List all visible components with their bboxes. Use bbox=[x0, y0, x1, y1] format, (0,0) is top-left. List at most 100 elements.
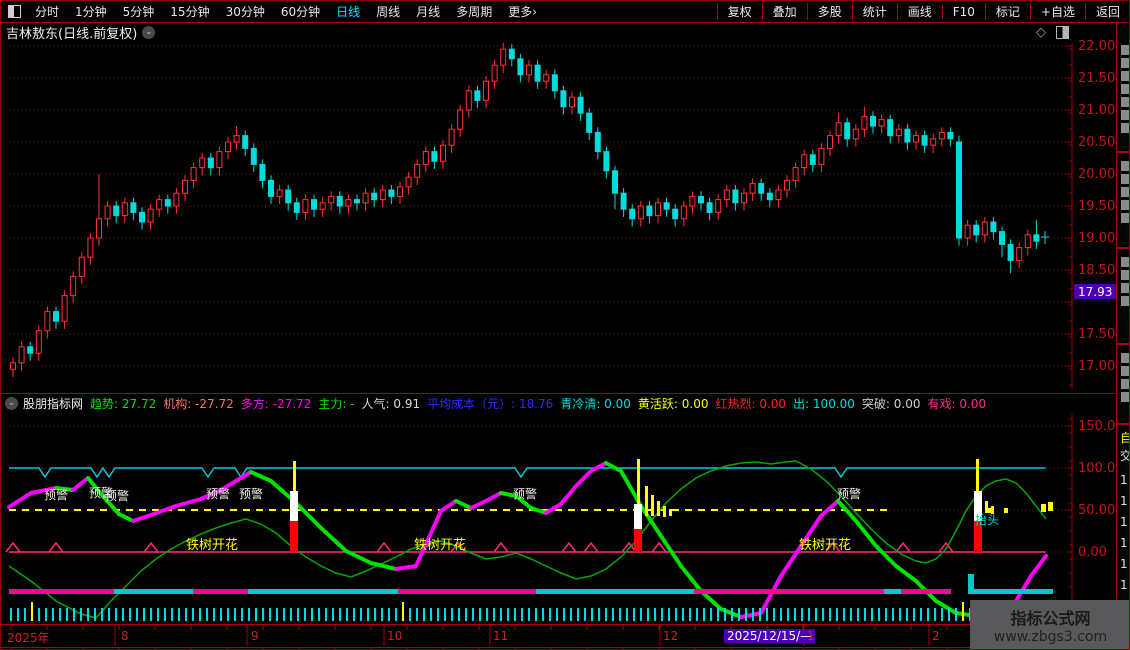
indicator-field-0: 趋势: 27.72 bbox=[90, 397, 156, 411]
candle bbox=[1008, 244, 1013, 260]
candle bbox=[862, 116, 867, 129]
sidebar-glyph-fragment bbox=[1121, 353, 1129, 363]
alert-label: 预警 bbox=[513, 486, 537, 501]
candle bbox=[337, 196, 342, 206]
thick-curve-segment bbox=[9, 493, 31, 507]
hist-bar-red bbox=[634, 529, 642, 552]
flower-label: 铁树开花 bbox=[799, 537, 851, 553]
candle bbox=[441, 145, 446, 161]
candle bbox=[260, 164, 265, 180]
watermark-title: 指标公式网 bbox=[970, 605, 1130, 629]
thick-curve-segment bbox=[576, 471, 591, 486]
collapse-chevron-icon[interactable]: ⌄ bbox=[5, 397, 18, 410]
y-axis-label: 21.50 bbox=[1078, 71, 1115, 86]
thick-curve-segment bbox=[486, 493, 501, 501]
hist-bar-yellow bbox=[669, 509, 672, 516]
y-axis-label: 20.50 bbox=[1078, 135, 1115, 150]
candle bbox=[656, 203, 661, 216]
candle bbox=[165, 200, 170, 206]
candle bbox=[699, 196, 704, 202]
right-sidebar[interactable]: 自交111111 bbox=[1116, 23, 1130, 650]
hist-bar-yellow bbox=[976, 459, 979, 491]
sidebar-char: 1 bbox=[1120, 515, 1130, 529]
alert-label: 预警 bbox=[105, 488, 129, 503]
thick-curve-segment bbox=[591, 463, 606, 471]
sidebar-glyph-fragment bbox=[1121, 283, 1129, 293]
candle bbox=[587, 113, 592, 132]
candle bbox=[690, 196, 695, 206]
sidebar-glyph-fragment bbox=[1121, 71, 1129, 81]
sidebar-glyph-fragment bbox=[1121, 97, 1129, 107]
indicator-field-6: 青冷清: 0.00 bbox=[560, 397, 631, 411]
candle bbox=[122, 203, 127, 216]
indicator-field-4: 人气: 0.91 bbox=[362, 397, 421, 411]
thick-curve-segment bbox=[321, 528, 346, 551]
candle bbox=[948, 132, 953, 138]
ind-axis-label: 150.0 bbox=[1078, 419, 1115, 434]
candle bbox=[320, 203, 325, 209]
candle bbox=[269, 180, 274, 196]
candle bbox=[544, 75, 549, 81]
candle bbox=[647, 206, 652, 216]
sidebar-char: 1 bbox=[1120, 494, 1130, 508]
thick-curve-segment bbox=[396, 566, 416, 569]
signal-triangle bbox=[652, 543, 666, 552]
thick-curve-segment bbox=[741, 613, 761, 617]
ribbon-segment bbox=[968, 589, 1053, 594]
signal-triangle bbox=[896, 543, 910, 552]
ribbon-segment bbox=[398, 589, 536, 594]
candle bbox=[19, 347, 24, 363]
candle bbox=[742, 193, 747, 203]
candle bbox=[363, 193, 368, 203]
indicator-field-1: 机构: -27.72 bbox=[163, 397, 234, 411]
signal-triangle bbox=[6, 543, 20, 552]
sidebar-separator bbox=[1117, 247, 1130, 249]
indicator-field-5: 平均成本（元）: 18.76 bbox=[427, 397, 553, 411]
signal-triangle bbox=[562, 543, 576, 552]
ind-axis-label: 0.00 bbox=[1078, 545, 1107, 560]
candle bbox=[346, 200, 351, 206]
candle bbox=[372, 193, 377, 199]
rise-label: 抬头 bbox=[975, 513, 999, 527]
candle bbox=[79, 257, 84, 276]
signal-triangle bbox=[49, 543, 63, 552]
thick-curve-segment bbox=[296, 503, 321, 528]
thick-curve-segment bbox=[546, 504, 561, 513]
candle bbox=[501, 49, 506, 65]
candle bbox=[415, 164, 420, 177]
chart-canvas[interactable]: 22.0021.5021.0020.5020.0019.5019.0018.50… bbox=[1, 1, 1130, 650]
candle bbox=[97, 219, 102, 238]
time-label-7: 1 bbox=[807, 629, 815, 643]
hist-bar-yellow bbox=[985, 501, 988, 513]
candle bbox=[114, 206, 119, 216]
ribbon-segment bbox=[248, 589, 398, 594]
y-axis-label: 18.50 bbox=[1078, 263, 1115, 278]
thick-curve-segment bbox=[781, 546, 801, 576]
candle bbox=[492, 65, 497, 81]
candle bbox=[982, 222, 987, 235]
candle bbox=[707, 203, 712, 213]
thick-curve-segment bbox=[176, 499, 201, 506]
thick-curve-segment bbox=[681, 566, 701, 591]
candle bbox=[432, 152, 437, 162]
sidebar-char: 1 bbox=[1120, 536, 1130, 550]
sidebar-glyph-fragment bbox=[1121, 45, 1129, 55]
ribbon-segment bbox=[536, 589, 694, 594]
sidebar-separator bbox=[1117, 343, 1130, 345]
ribbon-segment bbox=[884, 589, 901, 594]
candle bbox=[535, 65, 540, 81]
alert-label: 预警 bbox=[837, 486, 861, 501]
candle bbox=[234, 136, 239, 142]
hist-bar-white bbox=[634, 504, 642, 529]
time-axis[interactable]: 2025年891011122025/12/15/—12 bbox=[1, 624, 1115, 648]
yellow-dash bbox=[1041, 504, 1046, 512]
candle bbox=[776, 190, 781, 200]
candle bbox=[570, 97, 575, 107]
thick-curve-segment bbox=[936, 601, 956, 613]
candle bbox=[449, 129, 454, 145]
hist-bar-white bbox=[290, 491, 298, 521]
signal-triangle bbox=[584, 543, 598, 552]
candle bbox=[595, 132, 600, 151]
candle bbox=[819, 148, 824, 164]
sidebar-glyph-fragment bbox=[1121, 379, 1129, 389]
